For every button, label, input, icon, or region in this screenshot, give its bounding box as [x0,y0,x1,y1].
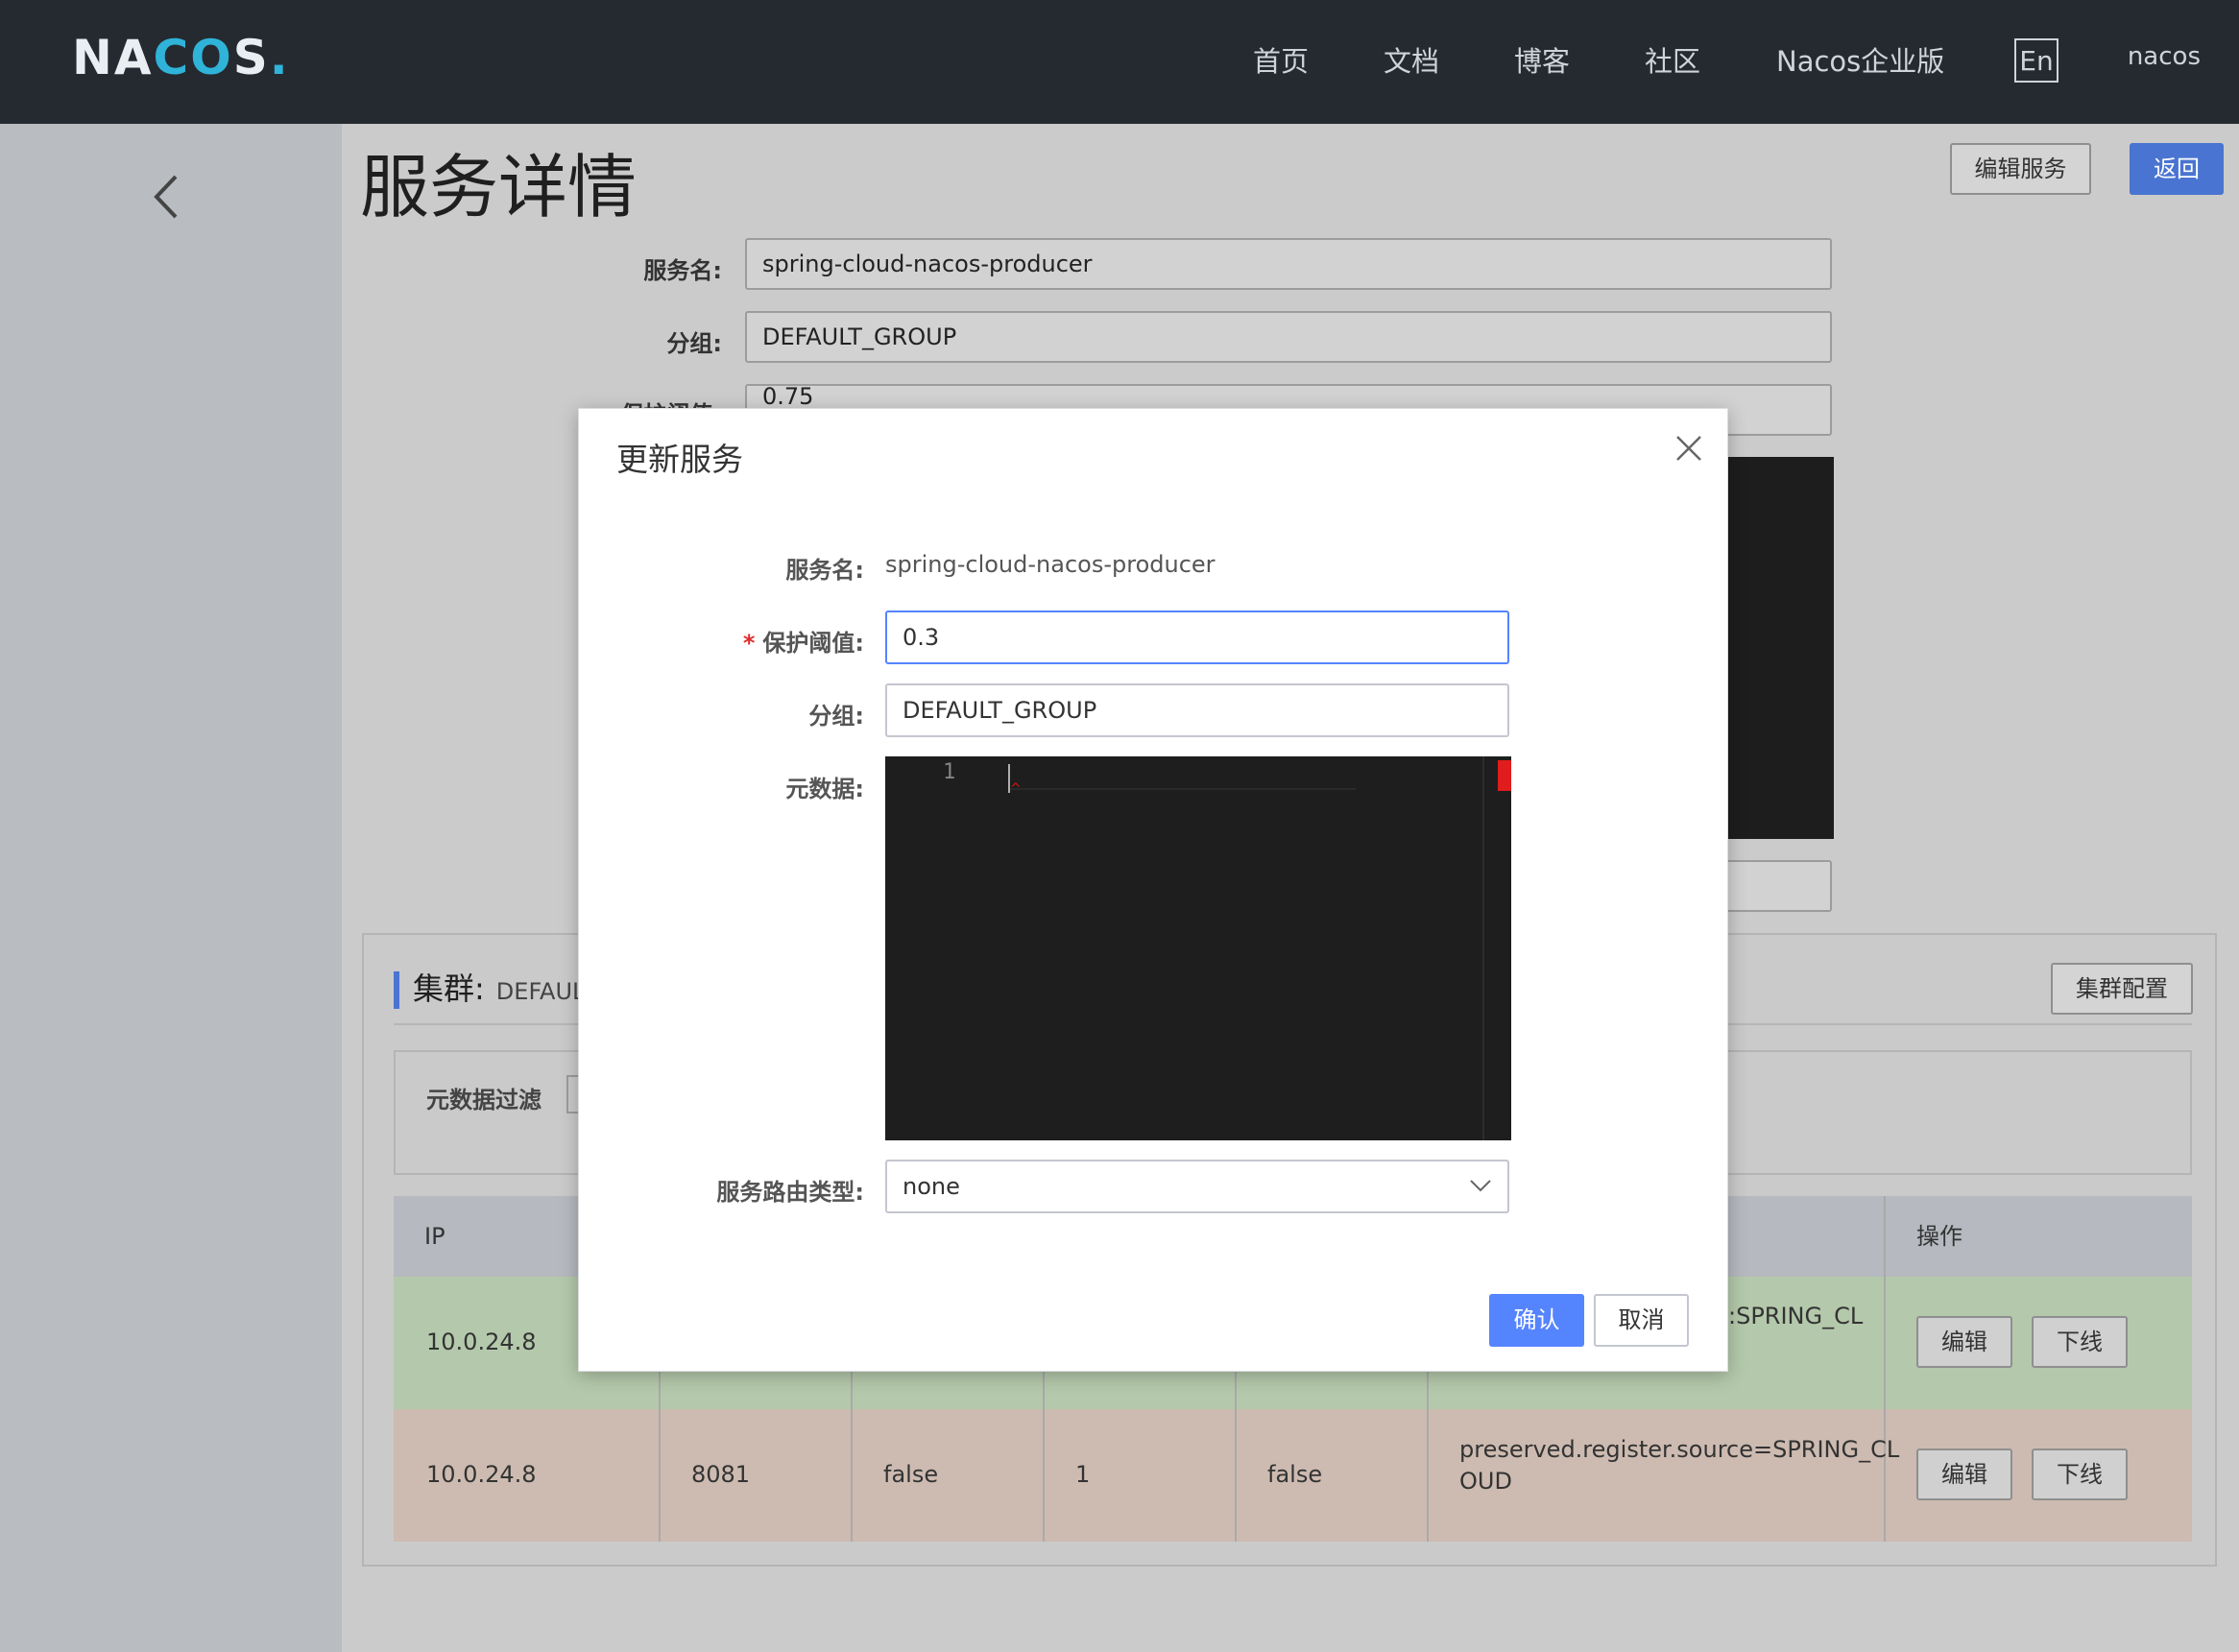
confirm-button[interactable]: 确认 [1489,1294,1584,1347]
back-button[interactable]: 返回 [2130,143,2224,195]
current-line-highlight [1010,788,1356,790]
cell-healthy: false [1267,1461,1323,1488]
back-arrow-icon[interactable] [149,173,187,221]
required-mark: * [742,630,756,657]
nav-community[interactable]: 社区 [1645,40,1700,83]
cell-port: 8081 [691,1461,751,1488]
error-marker [1498,760,1511,791]
top-navbar: NACOS. 首页 文档 博客 社区 Nacos企业版 En nacos [0,0,2239,124]
line-number: 1 [943,760,956,784]
offline-instance-button[interactable]: 下线 [2032,1316,2128,1368]
edit-service-button[interactable]: 编辑服务 [1950,143,2091,195]
dialog-metadata-label: 元数据: [785,776,864,802]
page-title: 服务详情 [360,147,638,227]
chevron-down-icon[interactable] [1469,1176,1492,1195]
dialog-route-type-label: 服务路由类型: [716,1179,864,1206]
close-icon[interactable] [1674,434,1703,463]
cancel-button[interactable]: 取消 [1594,1294,1689,1347]
error-squiggle-icon: ^ [1010,781,1022,797]
left-sidebar [0,124,342,1652]
language-toggle-button[interactable]: En [2014,38,2058,83]
editor-scrollbar[interactable] [1482,756,1511,1140]
dialog-service-name-value: spring-cloud-nacos-producer [885,551,1216,578]
cell-ip: 10.0.24.8 [426,1329,537,1355]
group-input[interactable]: DEFAULT_GROUP [885,683,1509,737]
dialog-title: 更新服务 [616,441,743,478]
cell-metadata: :SPRING_CL [1728,1303,1864,1329]
table-header-actions: 操作 [1884,1196,2192,1277]
cell-metadata-wrap: OUD [1459,1468,1512,1495]
column-divider [1884,1277,1886,1542]
dialog-threshold-label: * 保护阈值: [742,630,864,657]
edit-instance-button[interactable]: 编辑 [1916,1448,2012,1500]
nacos-logo[interactable]: NACOS. [72,29,290,86]
cell-metadata: preserved.register.source=SPRING_CL [1459,1436,1900,1463]
cell-weight: 1 [1075,1461,1091,1488]
nav-enterprise[interactable]: Nacos企业版 [1776,40,1944,83]
metadata-code-editor[interactable]: 1 ^ [885,756,1511,1140]
edit-instance-button[interactable]: 编辑 [1916,1316,2012,1368]
service-name-field[interactable]: spring-cloud-nacos-producer [745,238,1832,290]
cluster-config-button[interactable]: 集群配置 [2051,963,2193,1015]
cluster-title-label: 集群: [413,970,485,1007]
cell-ephemeral: false [883,1461,939,1488]
cluster-name: DEFAUL [495,978,586,1005]
cell-ip: 10.0.24.8 [426,1461,537,1488]
nav-blog[interactable]: 博客 [1514,40,1570,83]
route-type-select-bg [1726,860,1832,912]
cluster-title: 集群: DEFAUL [394,971,585,1009]
route-type-select[interactable]: none [885,1160,1509,1213]
dialog-service-name-label: 服务名: [785,557,864,584]
group-field[interactable]: DEFAULT_GROUP [745,311,1832,363]
offline-instance-button[interactable]: 下线 [2032,1448,2128,1500]
dialog-group-label: 分组: [808,703,864,730]
protect-threshold-input[interactable]: 0.3 [885,611,1509,664]
group-label: 分组: [666,330,722,357]
threshold-label: 保护阈值: [576,395,722,409]
metadata-filter-label: 元数据过滤 [426,1087,542,1113]
nav-docs[interactable]: 文档 [1384,40,1439,83]
service-name-label: 服务名: [643,257,722,284]
nav-home[interactable]: 首页 [1253,40,1309,83]
user-name[interactable]: nacos [2128,42,2201,71]
metadata-editor-bg [1726,457,1834,839]
